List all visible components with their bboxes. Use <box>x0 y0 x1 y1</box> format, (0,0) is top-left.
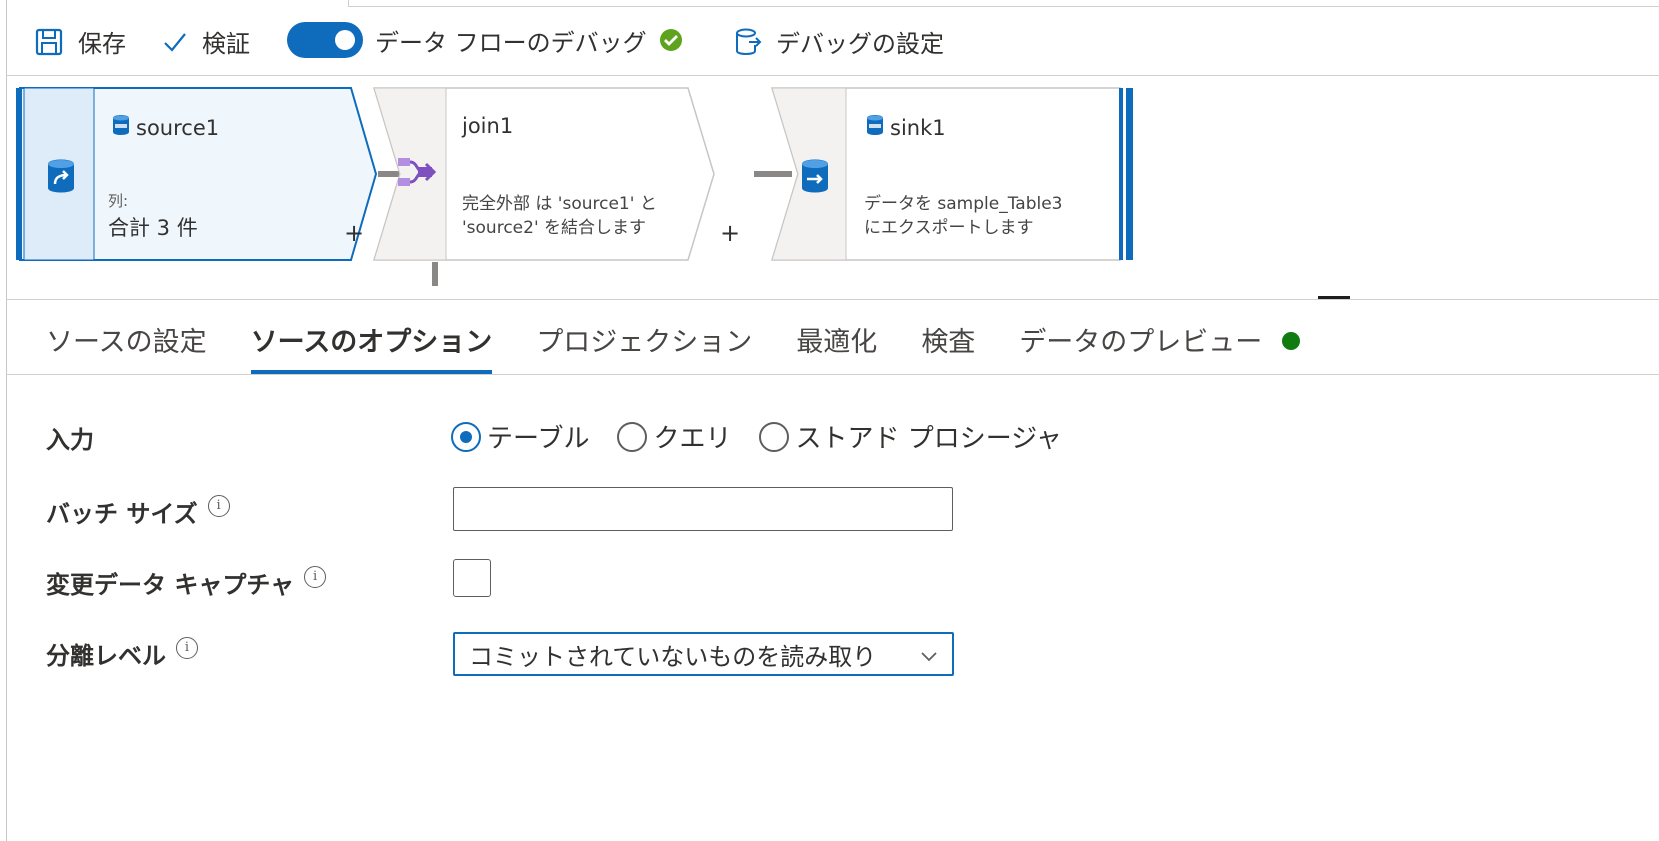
radio-table[interactable]: テーブル <box>451 418 589 455</box>
tab-label: 検査 <box>921 327 976 358</box>
tab-source-settings[interactable]: ソースの設定 <box>46 320 207 376</box>
node-source1[interactable]: source1 列: 合計 3 件 <box>16 86 378 262</box>
add-transform-after-source1[interactable]: + <box>344 219 364 247</box>
chevron-down-icon <box>920 640 938 668</box>
isolation-level-value: コミットされていないものを読み取り <box>469 642 877 671</box>
batch-size-label-text: バッチ サイズ <box>46 500 198 528</box>
tab-label: ソースのオプション <box>250 327 493 358</box>
debug-toggle-group: データ フローのデバッグ <box>287 22 683 58</box>
node-join1-title: join1 <box>462 114 514 138</box>
radio-query[interactable]: クエリ <box>617 418 731 455</box>
settings-tabs: ソースの設定 ソースのオプション プロジェクション 最適化 検査 データのプレビ… <box>46 320 1344 378</box>
node-join1-description-line1: 完全外部 は 'source1' と <box>462 194 657 214</box>
node-join1[interactable]: join1 完全外部 は 'source1' と 'source2' を結合しま… <box>372 86 716 262</box>
tab-label: データのプレビュー <box>1019 327 1263 358</box>
radio-label: ストアド プロシージャ <box>795 424 1062 454</box>
isolation-level-select[interactable]: コミットされていないものを読み取り <box>453 632 954 676</box>
debug-settings-button[interactable]: デバッグの設定 <box>734 24 944 59</box>
info-icon[interactable]: i <box>176 636 198 659</box>
debug-status-check-icon <box>659 28 683 52</box>
input-label: 入力 <box>46 420 94 455</box>
node-source1-title: source1 <box>136 115 220 140</box>
cdc-checkbox[interactable] <box>453 559 491 597</box>
tab-data-preview[interactable]: データのプレビュー <box>1019 320 1301 376</box>
cdc-label-text: 変更データ キャプチャ <box>46 571 295 599</box>
validate-label: 検証 <box>202 30 250 58</box>
connector-join1-down <box>432 262 438 286</box>
info-icon[interactable]: i <box>304 565 327 588</box>
isolation-level-label: 分離レベル i <box>46 636 198 671</box>
cdc-label: 変更データ キャプチャ i <box>46 565 327 600</box>
canvas-divider <box>6 299 1659 300</box>
node-sink1-description-line1: データを sample_Table3 <box>864 194 1063 214</box>
tab-optimize[interactable]: 最適化 <box>796 320 877 376</box>
add-transform-after-join1[interactable]: + <box>720 219 740 247</box>
sql-database-icon <box>866 114 884 141</box>
sink-node-icon <box>800 158 830 198</box>
node-source1-columns-label: 列: <box>108 192 129 210</box>
node-sink1-description-line2: にエクスポートします <box>864 218 1034 238</box>
checkmark-icon <box>162 29 188 55</box>
node-join1-header: join1 <box>462 114 513 138</box>
debug-settings-icon <box>734 27 762 57</box>
save-label: 保存 <box>78 30 126 58</box>
node-source1-columns-value: 合計 3 件 <box>108 216 198 240</box>
node-source1-header: source1 <box>112 114 219 141</box>
validate-button[interactable]: 検証 <box>162 24 250 59</box>
sql-database-icon <box>112 114 130 141</box>
node-join1-description: 完全外部 は 'source1' と 'source2' を結合します <box>462 192 657 240</box>
batch-size-label: バッチ サイズ i <box>46 494 230 529</box>
top-strip <box>348 0 1659 7</box>
join-icon <box>396 152 437 196</box>
batch-size-input[interactable] <box>453 487 953 531</box>
save-icon <box>34 27 64 57</box>
tabs-divider <box>6 374 1659 375</box>
debug-label: データ フローのデバッグ <box>375 28 647 57</box>
node-sink1[interactable]: sink1 データを sample_Table3 にエクスポートします <box>770 86 1134 262</box>
isolation-level-label-text: 分離レベル <box>46 642 166 670</box>
toolbar: 保存 検証 データ フローのデバッグ デバッグの設定 <box>0 16 1659 72</box>
dataflow-canvas: source1 列: 合計 3 件 + join1 完全外部 は 'source… <box>0 76 1659 298</box>
preview-status-dot <box>1282 332 1301 350</box>
radio-stored-procedure[interactable]: ストアド プロシージャ <box>759 418 1062 455</box>
debug-settings-label: デバッグの設定 <box>776 30 944 58</box>
info-icon[interactable]: i <box>207 494 230 517</box>
tab-label: 最適化 <box>796 327 878 358</box>
radio-circle <box>451 421 481 452</box>
input-radio-group: テーブル クエリ ストアド プロシージャ <box>451 418 1090 455</box>
radio-circle <box>617 421 648 452</box>
tab-label: ソースの設定 <box>46 327 207 358</box>
radio-label: クエリ <box>653 424 732 454</box>
tab-inspect[interactable]: 検査 <box>921 320 975 376</box>
node-sink1-header: sink1 <box>866 114 946 141</box>
node-sink1-title: sink1 <box>890 115 946 140</box>
tab-label: プロジェクション <box>536 327 753 358</box>
node-join1-description-line2: 'source2' を結合します <box>462 218 647 238</box>
radio-circle <box>759 421 790 452</box>
debug-toggle[interactable] <box>287 22 363 58</box>
tab-source-options[interactable]: ソースのオプション <box>250 320 493 376</box>
node-sink1-description: データを sample_Table3 にエクスポートします <box>864 192 1063 240</box>
save-button[interactable]: 保存 <box>34 24 126 59</box>
source-node-icon <box>46 158 76 198</box>
tab-projection[interactable]: プロジェクション <box>536 320 752 376</box>
radio-label: テーブル <box>487 424 590 454</box>
toggle-knob <box>335 30 355 50</box>
input-label-text: 入力 <box>46 426 94 454</box>
